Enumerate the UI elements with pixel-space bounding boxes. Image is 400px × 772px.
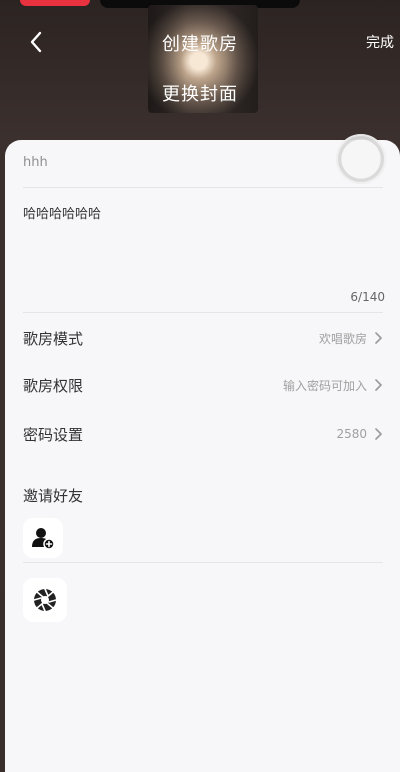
setting-row-room-permission[interactable]: 歌房权限 输入密码可加入 <box>23 371 383 399</box>
room-name-input[interactable]: hhh <box>23 155 48 170</box>
page-title: 创建歌房 <box>162 34 238 55</box>
done-button[interactable]: 完成 <box>366 32 394 52</box>
floating-ball-icon[interactable] <box>336 134 386 184</box>
settings-sheet: hhh 哈哈哈哈哈哈 6/140 歌房模式 欢唱歌房 歌房权限 输入密码可加入 … <box>5 140 400 772</box>
chevron-right-icon <box>375 379 382 391</box>
setting-value: 输入密码可加入 <box>282 378 367 393</box>
setting-label: 歌房模式 <box>23 329 84 348</box>
divider <box>23 187 383 188</box>
chevron-right-icon <box>375 332 382 344</box>
chevron-right-icon <box>375 428 382 440</box>
char-counter: 6/140 <box>350 290 385 304</box>
setting-label: 歌房权限 <box>23 376 84 395</box>
setting-label: 密码设置 <box>23 425 84 444</box>
camera-shutter-button[interactable] <box>23 578 67 622</box>
invite-friends-label: 邀请好友 <box>23 487 84 505</box>
setting-row-password[interactable]: 密码设置 2580 <box>23 420 383 448</box>
setting-value: 2580 <box>336 427 367 441</box>
status-indicator <box>20 0 90 6</box>
setting-value: 欢唱歌房 <box>318 331 367 346</box>
camera-shutter-icon <box>33 588 57 612</box>
add-user-icon <box>32 528 55 550</box>
room-description-input[interactable]: 哈哈哈哈哈哈 <box>23 203 101 222</box>
change-cover-button[interactable]: 更换封面 <box>0 80 400 106</box>
setting-row-room-mode[interactable]: 歌房模式 欢唱歌房 <box>23 324 383 352</box>
divider <box>23 312 383 313</box>
divider <box>23 562 383 563</box>
add-friend-button[interactable] <box>23 518 63 558</box>
